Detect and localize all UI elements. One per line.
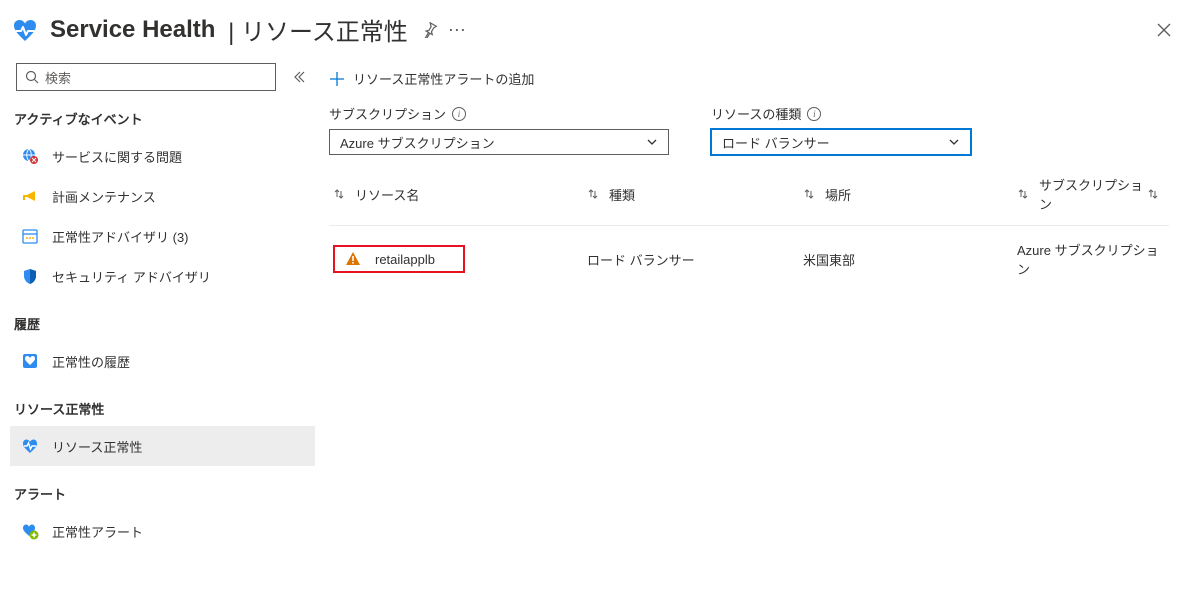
- service-health-icon: [10, 15, 40, 45]
- table-header: リソース名 種類 場所 サブスクリプション: [329, 165, 1169, 226]
- column-header-subscription[interactable]: サブスクリプション: [1017, 175, 1169, 213]
- column-header-type[interactable]: 種類: [587, 175, 803, 213]
- add-alert-button[interactable]: リソース正常性アラートの追加: [329, 69, 534, 88]
- sidebar-item-service-issues[interactable]: サービスに関する問題: [10, 136, 315, 176]
- sidebar-item-health-alerts[interactable]: 正常性アラート: [10, 511, 315, 551]
- cell-type: ロード バランサー: [587, 250, 803, 269]
- nav-section-history: 履歴: [10, 296, 315, 341]
- subscription-select[interactable]: Azure サブスクリプション: [329, 129, 669, 155]
- more-icon[interactable]: ⋯: [448, 21, 467, 39]
- table-row[interactable]: retailapplb ロード バランサー 米国東部 Azure サブスクリプシ…: [329, 226, 1169, 292]
- heart-history-icon: [20, 352, 40, 370]
- sidebar-item-health-history[interactable]: 正常性の履歴: [10, 341, 315, 381]
- sort-icon[interactable]: [803, 188, 815, 200]
- nav-section-resource-health: リソース正常性: [10, 381, 315, 426]
- page-header: Service Health | リソース正常性 ⋯: [0, 0, 1191, 53]
- nav-section-alerts: アラート: [10, 466, 315, 511]
- sort-icon[interactable]: [1147, 188, 1159, 200]
- megaphone-icon: [20, 187, 40, 205]
- globe-alert-icon: [20, 147, 40, 165]
- sidebar-item-resource-health[interactable]: リソース正常性: [10, 426, 315, 466]
- filter-subscription: サブスクリプション i Azure サブスクリプション: [329, 104, 669, 155]
- sidebar: 検索 アクティブなイベント サービスに関する問題 計画メンテナンス 正常性アドバ…: [0, 53, 315, 561]
- warning-icon: [345, 251, 361, 267]
- column-header-location[interactable]: 場所: [803, 175, 1017, 213]
- sidebar-item-security-advisories[interactable]: セキュリティ アドバイザリ: [10, 256, 315, 296]
- pin-icon[interactable]: [422, 22, 438, 38]
- command-bar: リソース正常性アラートの追加: [329, 69, 1169, 88]
- filter-bar: サブスクリプション i Azure サブスクリプション リソースの種類 i ロー…: [329, 104, 1169, 155]
- close-icon[interactable]: [1157, 23, 1171, 37]
- shield-icon: [20, 267, 40, 285]
- page-subtitle: | リソース正常性: [221, 12, 407, 47]
- resource-type-select[interactable]: ロード バランサー: [711, 129, 971, 155]
- main-content: リソース正常性アラートの追加 サブスクリプション i Azure サブスクリプシ…: [315, 53, 1191, 561]
- cell-name: retailapplb: [329, 245, 587, 273]
- resource-table: リソース名 種類 場所 サブスクリプション: [329, 165, 1169, 292]
- filter-subscription-label: サブスクリプション i: [329, 104, 669, 123]
- chevron-down-icon: [948, 136, 960, 148]
- heartbeat-icon: [20, 437, 40, 455]
- search-input[interactable]: 検索: [16, 63, 276, 91]
- page-title: Service Health: [50, 16, 215, 44]
- info-icon[interactable]: i: [807, 107, 821, 121]
- sidebar-item-planned-maintenance[interactable]: 計画メンテナンス: [10, 176, 315, 216]
- cell-subscription: Azure サブスクリプション: [1017, 240, 1169, 278]
- filter-resource-type-label: リソースの種類 i: [711, 104, 971, 123]
- plus-icon: [329, 71, 345, 87]
- chevron-down-icon: [646, 136, 658, 148]
- sort-icon[interactable]: [333, 188, 345, 200]
- sort-icon[interactable]: [1017, 188, 1029, 200]
- nav-section-active-events: アクティブなイベント: [10, 91, 315, 136]
- cell-location: 米国東部: [803, 250, 1017, 269]
- heart-plus-icon: [20, 522, 40, 540]
- column-header-name[interactable]: リソース名: [329, 175, 587, 213]
- calendar-icon: [20, 227, 40, 245]
- collapse-sidebar-icon[interactable]: [292, 70, 306, 84]
- sort-icon[interactable]: [587, 188, 599, 200]
- highlighted-resource: retailapplb: [333, 245, 465, 273]
- filter-resource-type: リソースの種類 i ロード バランサー: [711, 104, 971, 155]
- info-icon[interactable]: i: [452, 107, 466, 121]
- sidebar-item-health-advisories[interactable]: 正常性アドバイザリ (3): [10, 216, 315, 256]
